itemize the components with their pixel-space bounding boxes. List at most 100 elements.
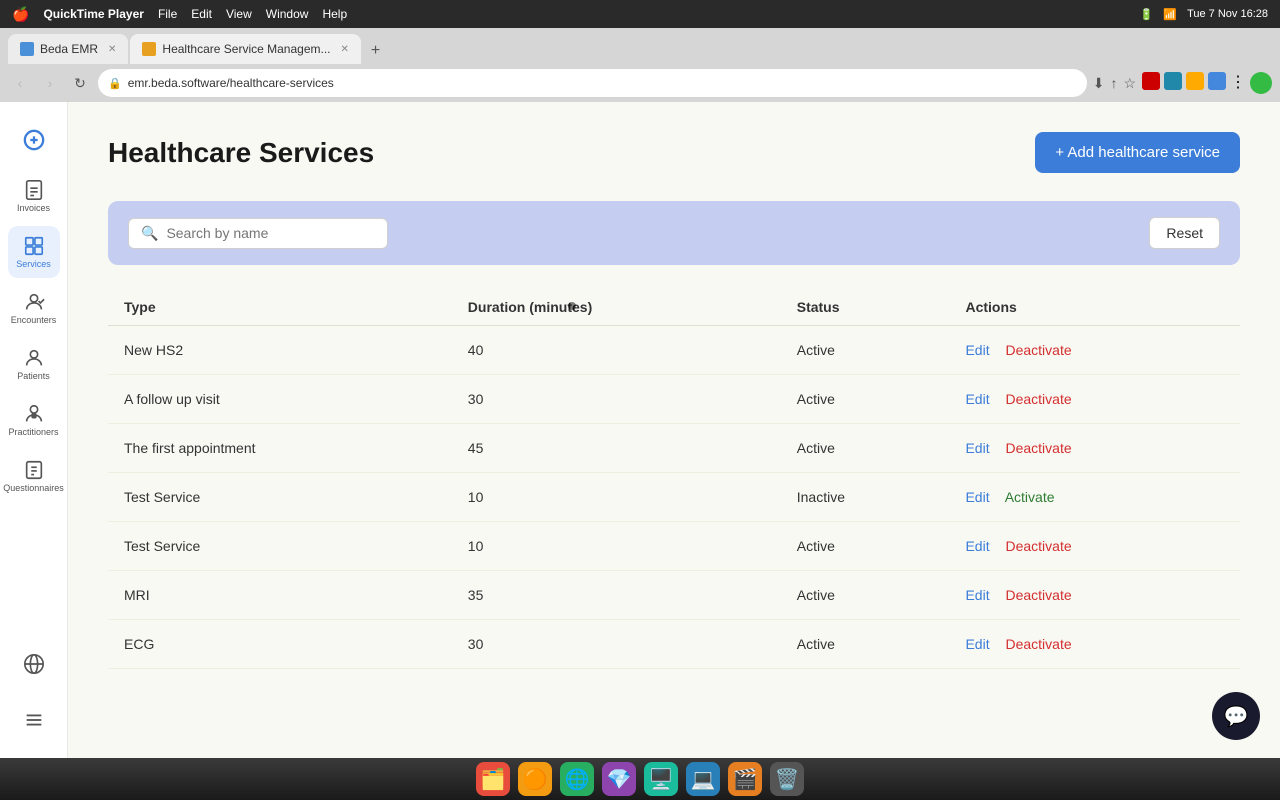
dock-quicktime[interactable]: 🎬 bbox=[728, 762, 762, 796]
search-input-wrapper[interactable]: 🔍 bbox=[128, 218, 388, 249]
cell-status-3: Inactive bbox=[781, 473, 950, 522]
dock-trash[interactable]: 🗑️ bbox=[770, 762, 804, 796]
cell-actions-5: Edit Deactivate bbox=[949, 571, 1240, 620]
dock-chrome[interactable]: 🌐 bbox=[560, 762, 594, 796]
back-button[interactable]: ‹ bbox=[8, 71, 32, 95]
col-actions: Actions bbox=[949, 289, 1240, 326]
search-input[interactable] bbox=[166, 225, 375, 241]
action-button-5[interactable]: Deactivate bbox=[1005, 587, 1071, 603]
cell-type-5: MRI bbox=[108, 571, 452, 620]
table-row: New HS2 40 Active Edit Deactivate bbox=[108, 326, 1240, 375]
cell-type-0: New HS2 bbox=[108, 326, 452, 375]
cell-duration-2: 45 bbox=[452, 424, 781, 473]
sidebar-item-practitioners[interactable]: Practitioners bbox=[8, 394, 60, 446]
cell-status-6: Active bbox=[781, 620, 950, 669]
action-button-3[interactable]: Activate bbox=[1005, 489, 1055, 505]
action-button-4[interactable]: Deactivate bbox=[1005, 538, 1071, 554]
encounters-icon bbox=[23, 291, 45, 313]
mac-topbar: 🍎 QuickTime Player File Edit View Window… bbox=[0, 0, 1280, 28]
share-icon[interactable]: ↑ bbox=[1110, 75, 1117, 92]
edit-button-0[interactable]: Edit bbox=[965, 342, 989, 358]
reset-button[interactable]: Reset bbox=[1149, 217, 1220, 249]
sidebar-item-menu[interactable] bbox=[8, 694, 60, 746]
reload-button[interactable]: ↻ bbox=[68, 71, 92, 95]
add-healthcare-service-button[interactable]: + Add healthcare service bbox=[1035, 132, 1240, 173]
col-duration: Duration (minutes) bbox=[452, 289, 781, 326]
forward-button[interactable]: › bbox=[38, 71, 62, 95]
page-title: Healthcare Services bbox=[108, 137, 374, 169]
edit-button-2[interactable]: Edit bbox=[965, 440, 989, 456]
download-icon[interactable]: ⬇ bbox=[1093, 75, 1105, 92]
dock-obsidian[interactable]: 💎 bbox=[602, 762, 636, 796]
sidebar-item-logo[interactable] bbox=[8, 114, 60, 166]
sidebar-item-invoices[interactable]: Invoices bbox=[8, 170, 60, 222]
sidebar-item-encounters[interactable]: Encounters bbox=[8, 282, 60, 334]
cell-actions-3: Edit Activate bbox=[949, 473, 1240, 522]
dock-terminal[interactable]: 🖥️ bbox=[644, 762, 678, 796]
table-body: New HS2 40 Active Edit Deactivate A foll… bbox=[108, 326, 1240, 669]
page-header: Healthcare Services + Add healthcare ser… bbox=[108, 132, 1240, 173]
edit-button-5[interactable]: Edit bbox=[965, 587, 989, 603]
sidebar-item-globe[interactable] bbox=[8, 638, 60, 690]
invoice-icon bbox=[23, 179, 45, 201]
cell-actions-6: Edit Deactivate bbox=[949, 620, 1240, 669]
action-button-6[interactable]: Deactivate bbox=[1005, 636, 1071, 652]
edit-button-3[interactable]: Edit bbox=[965, 489, 989, 505]
menu-edit[interactable]: Edit bbox=[191, 7, 212, 21]
menu-view[interactable]: View bbox=[226, 7, 252, 21]
tab-hs-label: Healthcare Service Managem... bbox=[162, 42, 330, 56]
hamburger-icon bbox=[23, 709, 45, 731]
cell-actions-1: Edit Deactivate bbox=[949, 375, 1240, 424]
cell-duration-4: 10 bbox=[452, 522, 781, 571]
cell-type-3: Test Service bbox=[108, 473, 452, 522]
mac-menu-left: 🍎 QuickTime Player File Edit View Window… bbox=[12, 6, 347, 23]
menu-file[interactable]: File bbox=[158, 7, 177, 21]
cell-actions-4: Edit Deactivate bbox=[949, 522, 1240, 571]
tab-hs-close[interactable]: ✕ bbox=[341, 44, 349, 55]
extensions-btn[interactable]: ⋮ bbox=[1230, 72, 1246, 94]
address-bar[interactable]: 🔒 emr.beda.software/healthcare-services bbox=[98, 69, 1087, 97]
lock-icon: 🔒 bbox=[108, 77, 122, 90]
edit-button-4[interactable]: Edit bbox=[965, 538, 989, 554]
sidebar: Invoices Services Encounters bbox=[0, 102, 68, 758]
mac-dock: 🗂️ 🟠 🌐 💎 🖥️ 💻 🎬 🗑️ bbox=[0, 758, 1280, 800]
new-tab-button[interactable]: + bbox=[363, 38, 388, 64]
col-status: Status bbox=[781, 289, 950, 326]
tab-hs-favicon bbox=[142, 42, 156, 56]
ext-icon-2 bbox=[1164, 72, 1182, 90]
edit-button-6[interactable]: Edit bbox=[965, 636, 989, 652]
cell-status-5: Active bbox=[781, 571, 950, 620]
action-button-1[interactable]: Deactivate bbox=[1005, 391, 1071, 407]
cell-duration-0: 40 bbox=[452, 326, 781, 375]
action-button-0[interactable]: Deactivate bbox=[1005, 342, 1071, 358]
ext-icon-1 bbox=[1142, 72, 1160, 90]
dock-launchpad[interactable]: 🟠 bbox=[518, 762, 552, 796]
questionnaires-icon bbox=[23, 459, 45, 481]
tab-hs[interactable]: Healthcare Service Managem... ✕ bbox=[130, 34, 360, 64]
chat-button[interactable]: 💬 bbox=[1212, 692, 1260, 740]
cell-status-2: Active bbox=[781, 424, 950, 473]
tab-beda[interactable]: Beda EMR ✕ bbox=[8, 34, 128, 64]
tab-beda-close[interactable]: ✕ bbox=[108, 44, 116, 55]
tab-beda-label: Beda EMR bbox=[40, 42, 98, 56]
sidebar-item-patients[interactable]: Patients bbox=[8, 338, 60, 390]
apple-icon: 🍎 bbox=[12, 6, 29, 23]
dock-finder[interactable]: 🗂️ bbox=[476, 762, 510, 796]
profile-avatar[interactable] bbox=[1250, 72, 1272, 94]
services-icon bbox=[23, 235, 45, 257]
services-label: Services bbox=[16, 259, 51, 269]
patients-icon bbox=[23, 347, 45, 369]
mac-menu-right: 🔋 📶 Tue 7 Nov 16:28 bbox=[1140, 8, 1268, 21]
menu-window[interactable]: Window bbox=[266, 7, 309, 21]
questionnaires-label: Questionnaires bbox=[3, 483, 64, 493]
menu-help[interactable]: Help bbox=[322, 7, 347, 21]
action-button-2[interactable]: Deactivate bbox=[1005, 440, 1071, 456]
bookmark-icon[interactable]: ☆ bbox=[1123, 75, 1136, 92]
dock-vscode[interactable]: 💻 bbox=[686, 762, 720, 796]
sidebar-item-services[interactable]: Services bbox=[8, 226, 60, 278]
cell-status-0: Active bbox=[781, 326, 950, 375]
active-app: QuickTime Player bbox=[43, 7, 144, 21]
sidebar-item-questionnaires[interactable]: Questionnaires bbox=[8, 450, 60, 502]
edit-button-1[interactable]: Edit bbox=[965, 391, 989, 407]
cell-duration-1: 30 bbox=[452, 375, 781, 424]
